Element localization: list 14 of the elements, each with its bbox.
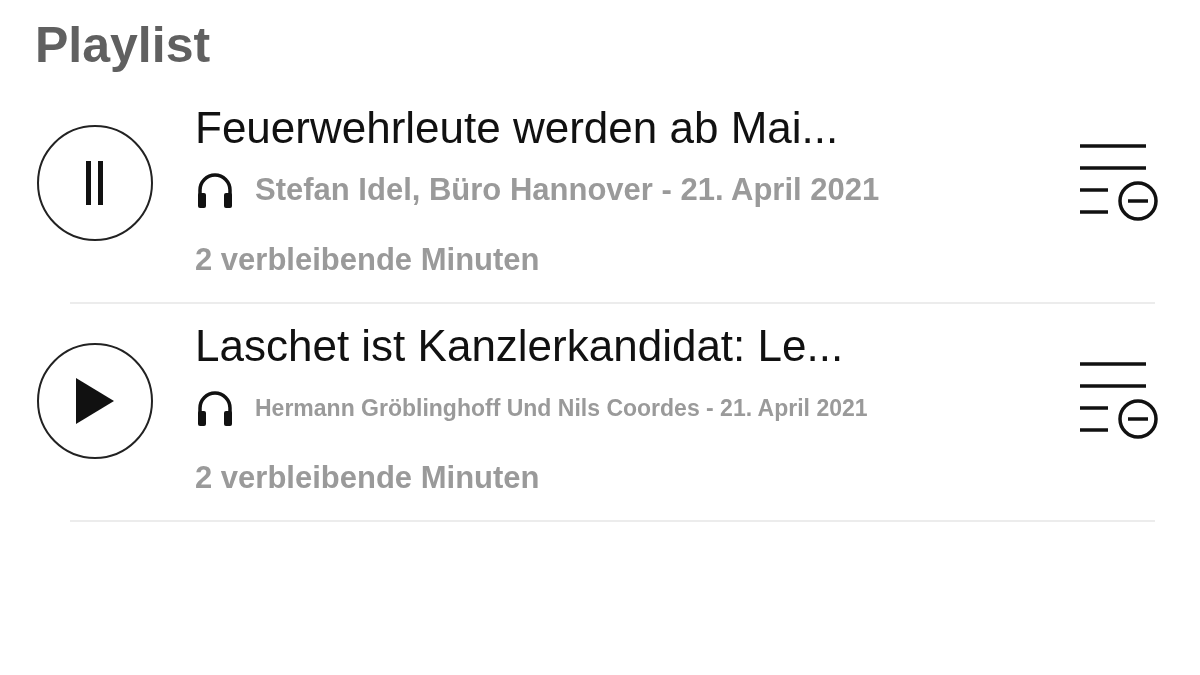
remove-from-queue-button[interactable] bbox=[1078, 142, 1160, 224]
episode-byline: Stefan Idel, Büro Hannover - 21. April 2021 bbox=[255, 172, 880, 208]
play-icon bbox=[76, 378, 114, 424]
episode-title: Laschet ist Kanzlerkandidat: Le... bbox=[195, 320, 845, 372]
list-remove-icon bbox=[1078, 142, 1160, 221]
headphones-icon bbox=[195, 170, 235, 210]
list-remove-icon bbox=[1078, 360, 1160, 439]
headphones-icon bbox=[195, 388, 235, 428]
remaining-time: 2 verbleibende Minuten bbox=[195, 241, 541, 279]
playlist-title: Playlist bbox=[35, 16, 212, 75]
remaining-time: 2 verbleibende Minuten bbox=[195, 459, 541, 497]
remove-from-queue-button[interactable] bbox=[1078, 360, 1160, 442]
episode-title: Feuerwehrleute werden ab Mai... bbox=[195, 102, 840, 154]
episode-byline: Hermann Gröblinghoff Und Nils Coordes - 21. April 2021 bbox=[255, 394, 868, 422]
